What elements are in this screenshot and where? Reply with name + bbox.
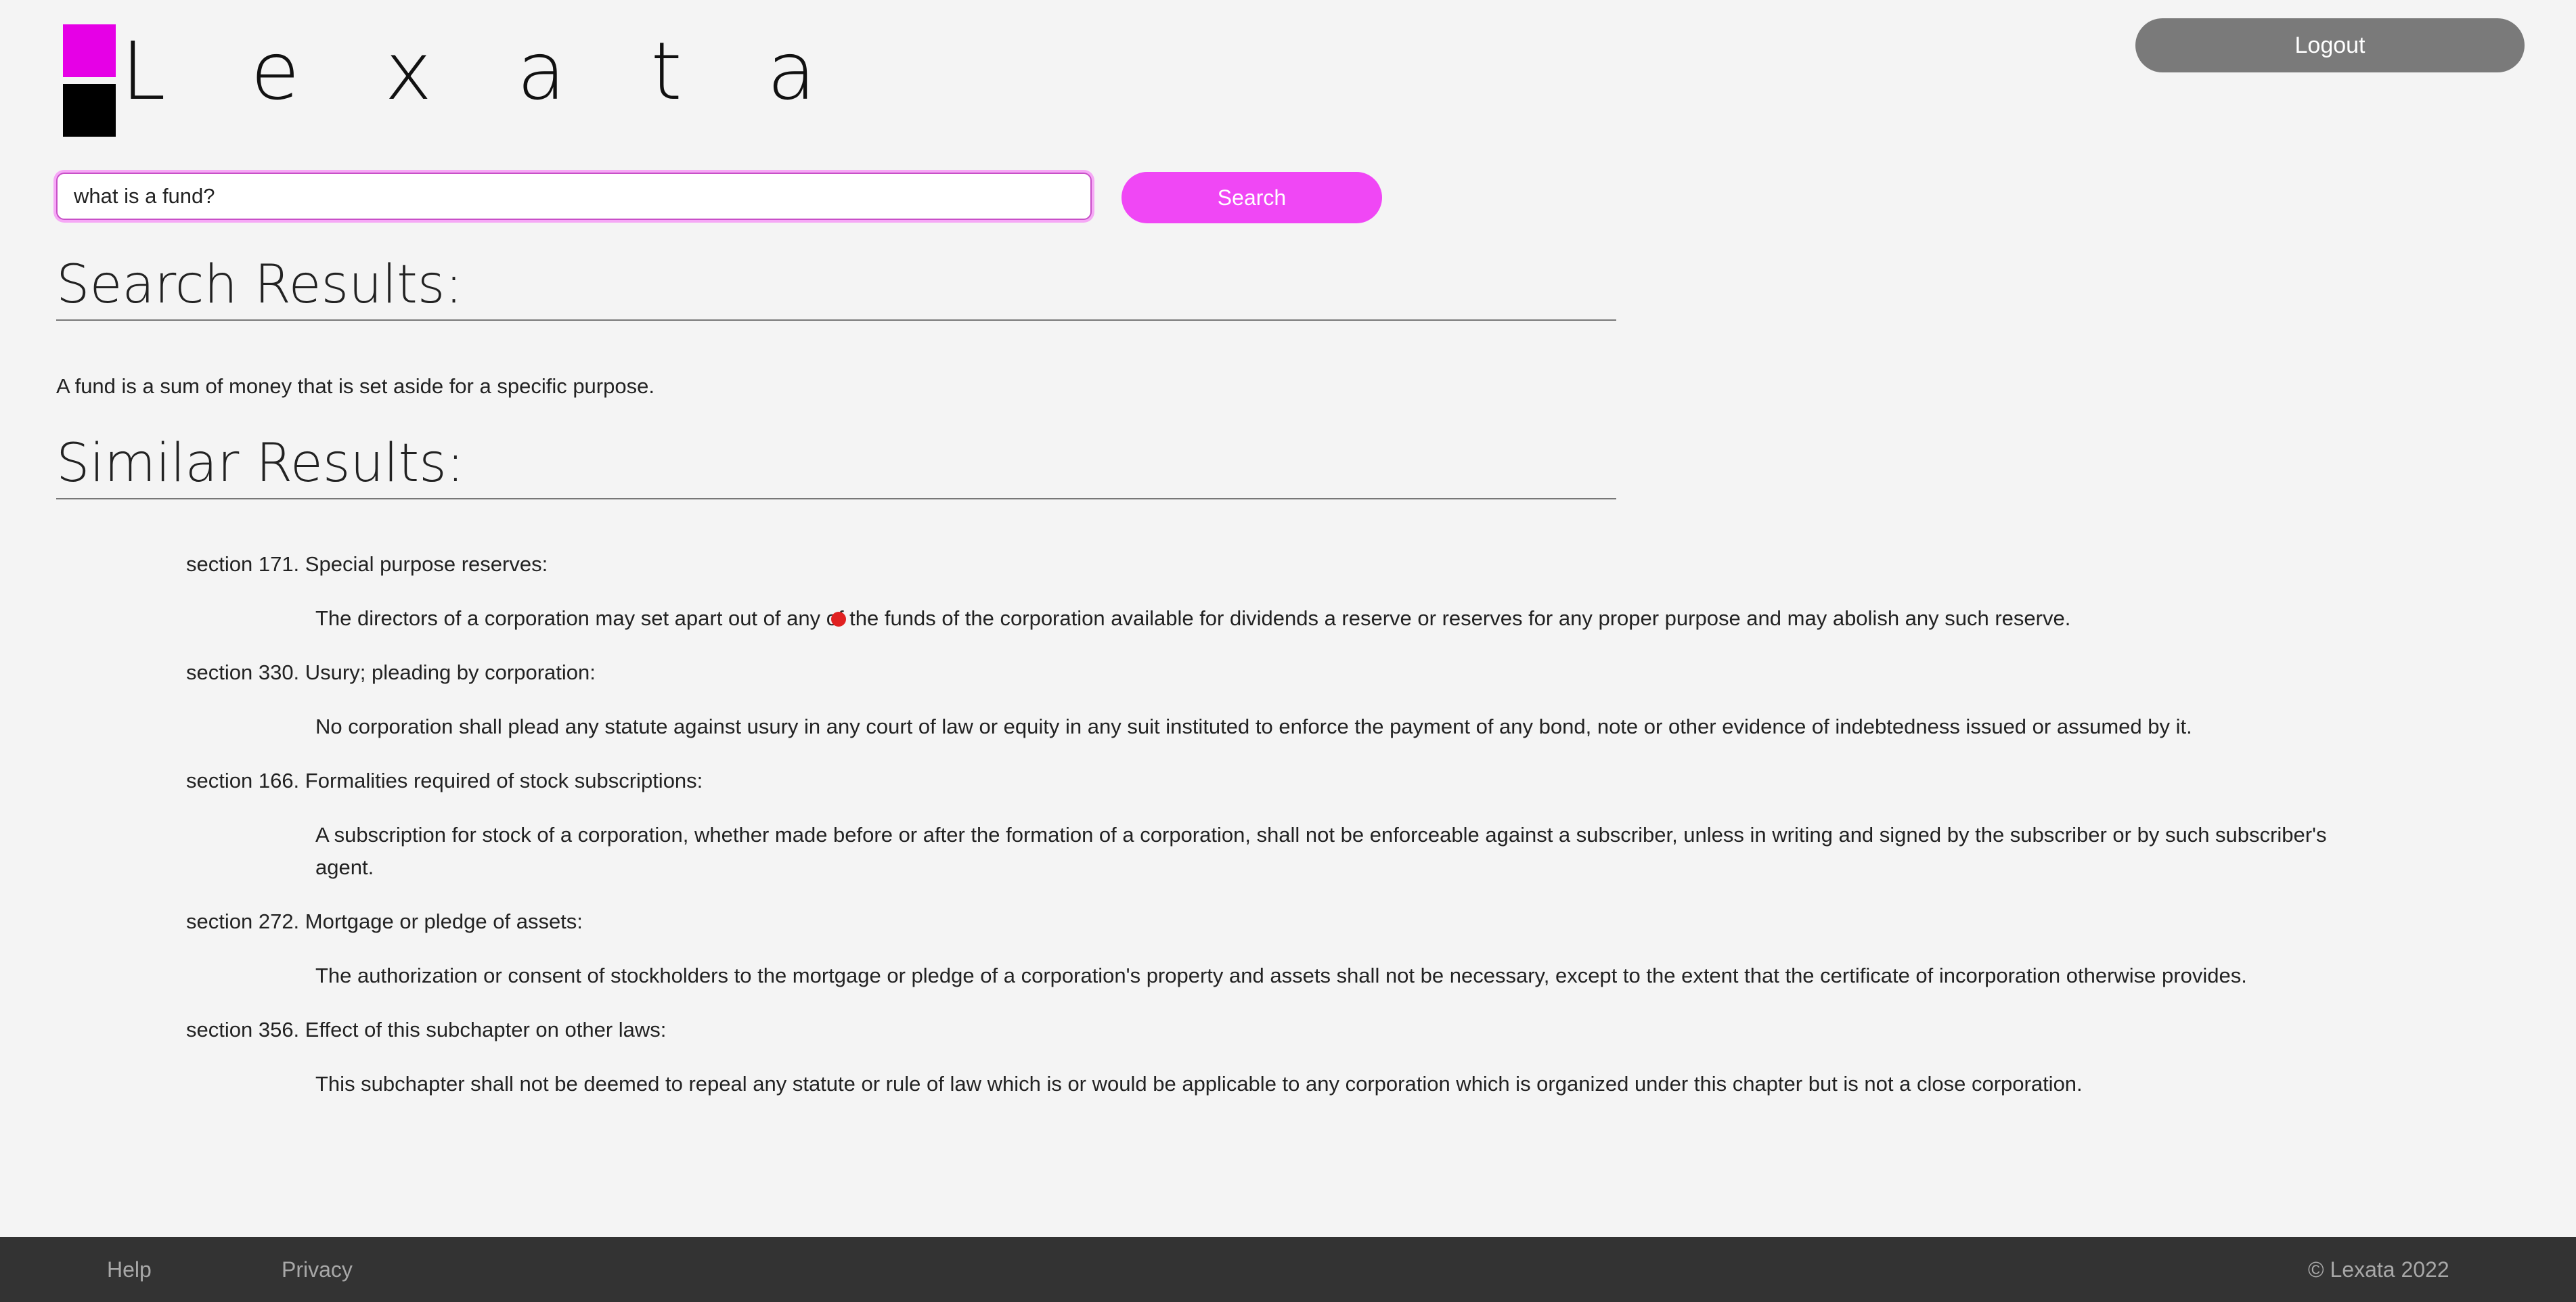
result-title[interactable]: section 171. Special purpose reserves: <box>186 548 2576 581</box>
result-item: section 330. Usury; pleading by corporat… <box>0 656 2576 743</box>
result-item: section 171. Special purpose reserves: T… <box>0 548 2576 635</box>
result-text: A subscription for stock of a corporatio… <box>315 823 2327 879</box>
footer-help-link[interactable]: Help <box>107 1257 152 1282</box>
result-item: section 166. Formalities required of sto… <box>0 765 2576 884</box>
search-button[interactable]: Search <box>1122 172 1382 223</box>
footer: Help Privacy © Lexata 2022 <box>0 1237 2576 1302</box>
search-answer: A fund is a sum of money that is set asi… <box>56 374 654 398</box>
logo-black-square <box>63 84 116 137</box>
result-title[interactable]: section 356. Effect of this subchapter o… <box>186 1014 2576 1046</box>
logo-pink-square <box>63 24 116 77</box>
search-results-heading: Search Results: <box>56 259 1616 321</box>
search-input[interactable] <box>56 173 1092 220</box>
result-item: section 272. Mortgage or pledge of asset… <box>0 905 2576 992</box>
result-title[interactable]: section 272. Mortgage or pledge of asset… <box>186 905 2576 938</box>
footer-copyright: © Lexata 2022 <box>2308 1257 2449 1282</box>
result-title[interactable]: section 330. Usury; pleading by corporat… <box>186 656 2576 689</box>
result-title[interactable]: section 166. Formalities required of sto… <box>186 765 2576 797</box>
similar-results-heading: Similar Results: <box>56 437 1616 499</box>
cursor-indicator <box>831 612 846 627</box>
logo-wordmark: L e x a t a <box>121 24 846 118</box>
footer-privacy-link[interactable]: Privacy <box>282 1257 353 1282</box>
result-item: section 356. Effect of this subchapter o… <box>0 1014 2576 1100</box>
result-text: The directors of a corporation may set a… <box>315 606 2071 630</box>
result-text: No corporation shall plead any statute a… <box>315 715 2192 738</box>
logout-button[interactable]: Logout <box>2135 18 2525 72</box>
logo-mark <box>63 24 116 137</box>
page: L e x a t a Logout Search Search Results… <box>0 0 2576 1302</box>
logo[interactable]: L e x a t a <box>63 24 846 137</box>
result-text: The authorization or consent of stockhol… <box>315 964 2247 987</box>
similar-results-list: section 171. Special purpose reserves: T… <box>0 548 2576 1122</box>
result-text: This subchapter shall not be deemed to r… <box>315 1072 2083 1096</box>
